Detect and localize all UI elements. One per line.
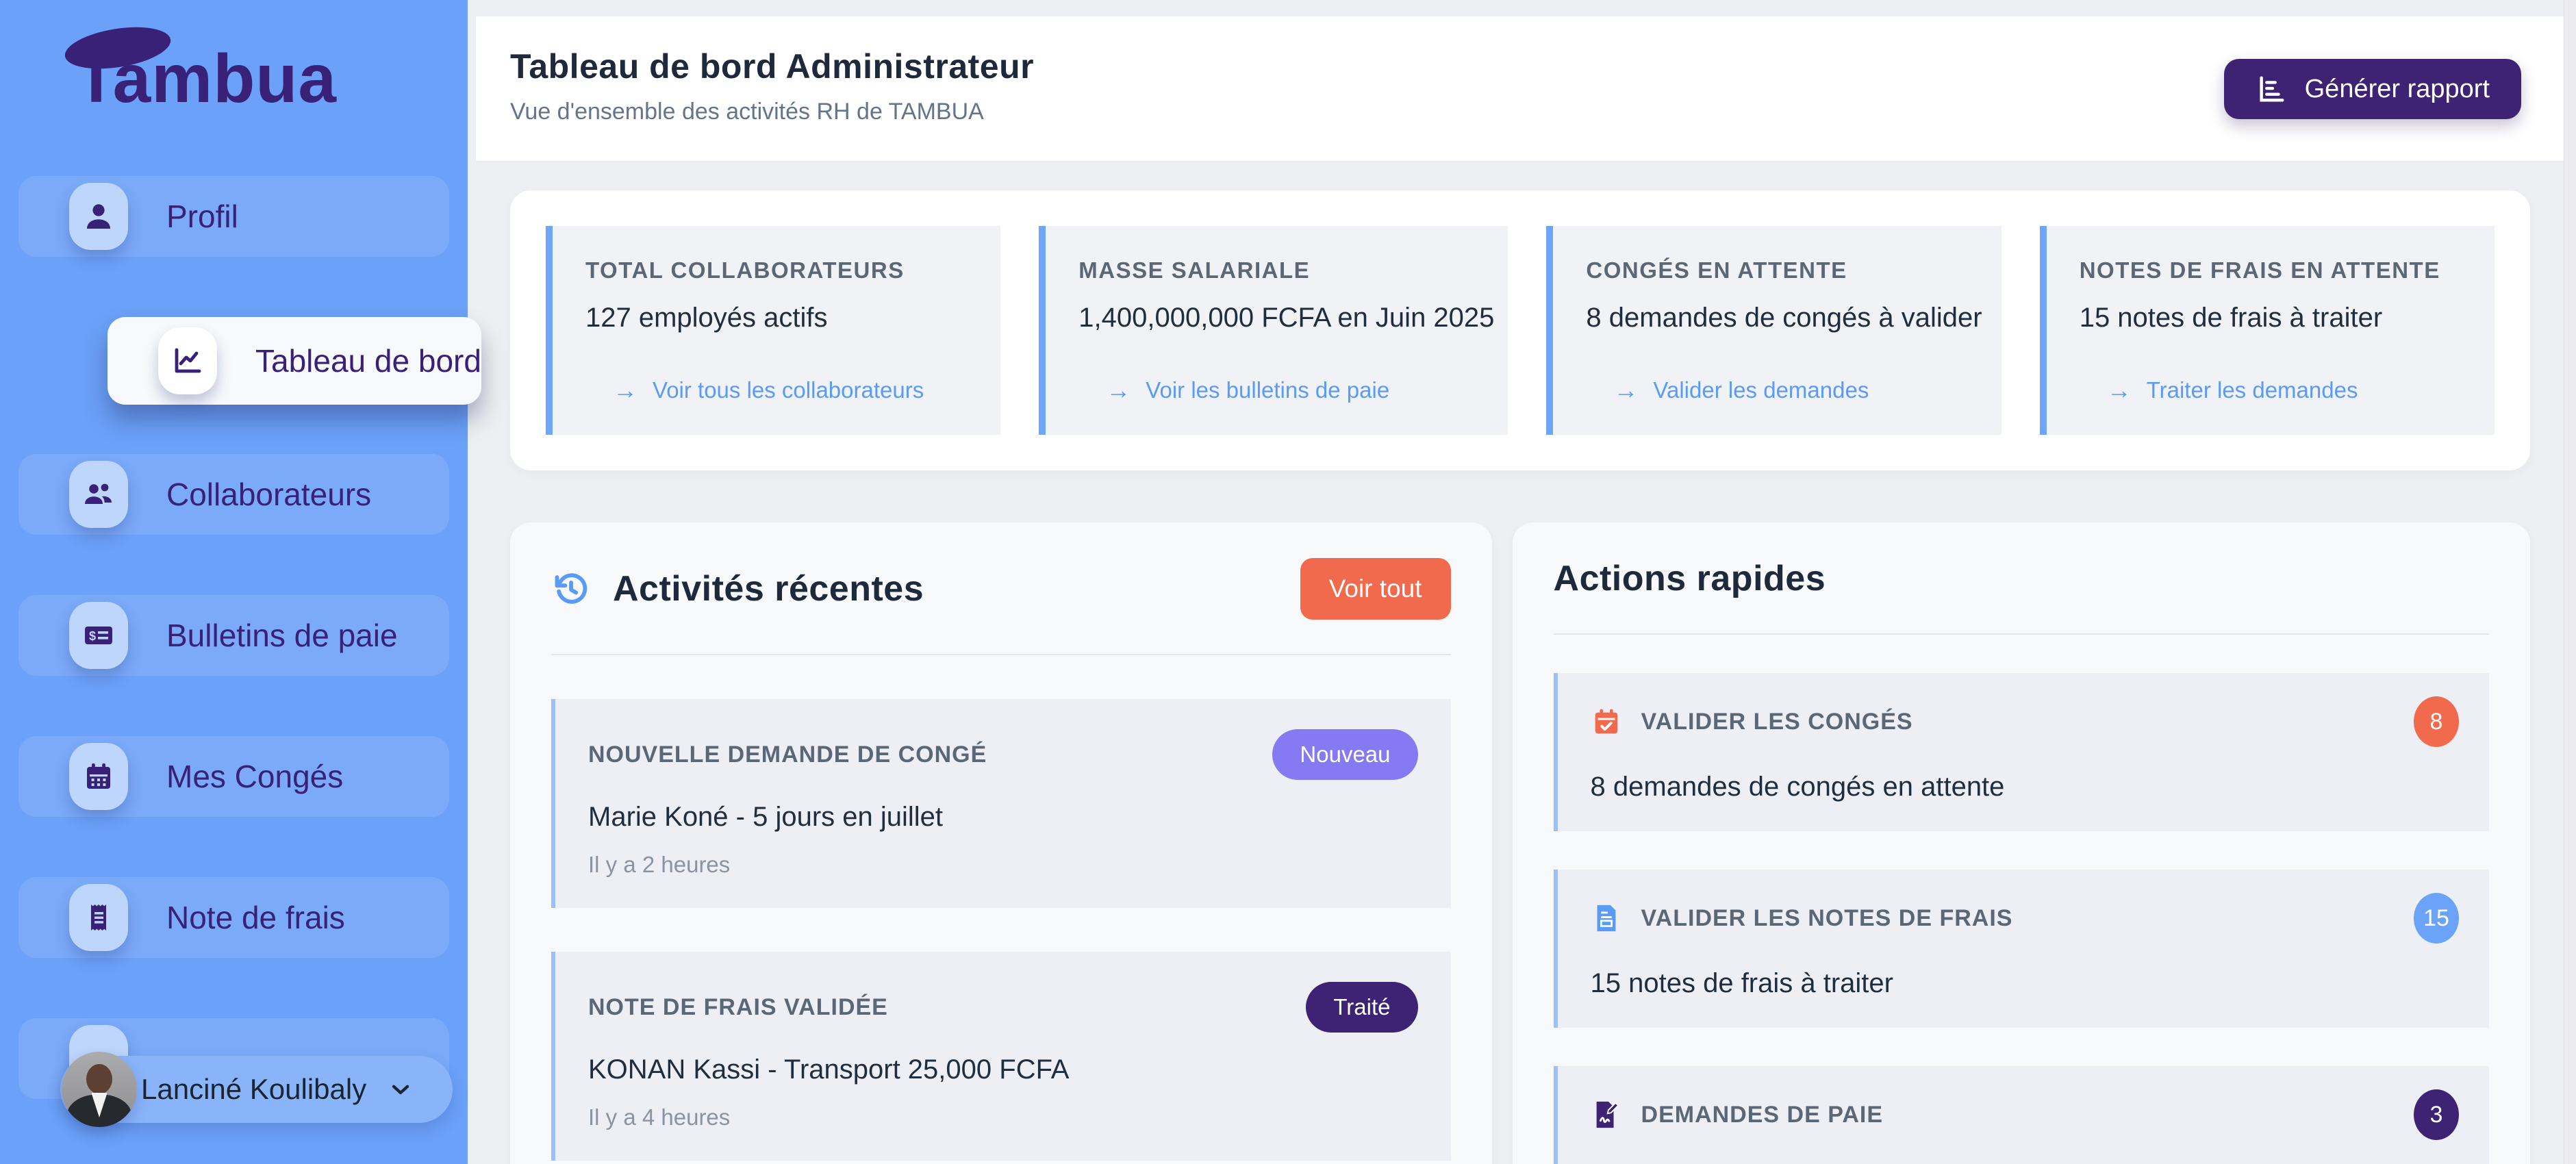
status-badge-nouveau: Nouveau [1272,729,1417,780]
sidebar-item-label: Collaborateurs [166,476,371,513]
action-label: DEMANDES DE PAIE [1641,1102,1884,1128]
stat-link-label: Voir les bulletins de paie [1146,377,1389,403]
stat-link-voir-bulletins[interactable]: → Voir les bulletins de paie [1078,376,1494,405]
activity-text: KONAN Kassi - Transport 25,000 FCFA [588,1054,1418,1085]
activity-item-demande-conge: NOUVELLE DEMANDE DE CONGÉ Nouveau Marie … [551,699,1451,908]
sidebar-item-collaborateurs[interactable]: Collaborateurs [18,454,449,535]
chart-bar-icon [2256,73,2287,105]
history-icon [551,569,591,609]
recent-activities-header: Activités récentes Voir tout [551,558,1451,620]
user-icon [69,183,128,250]
recent-activities-title: Activités récentes [613,568,924,609]
content: TOTAL COLLABORATEURS 127 employés actifs… [468,162,2576,1164]
stat-link-label: Traiter les demandes [2147,377,2358,403]
quick-actions-title: Actions rapides [1554,558,1826,599]
calendar-check-icon [1591,706,1622,737]
count-badge: 15 [2414,893,2459,944]
divider [551,654,1451,655]
sidebar-item-label: Mes Congés [166,758,343,795]
sidebar-item-mes-conges[interactable]: Mes Congés [18,736,449,817]
file-invoice-icon [1591,902,1622,934]
svg-text:$: $ [89,629,96,643]
generate-report-button[interactable]: Générer rapport [2224,59,2521,119]
sidebar-item-label: Bulletins de paie [166,617,398,654]
stat-label: MASSE SALARIALE [1078,257,1494,283]
action-text: 8 demandes de congés en attente [1591,772,2459,802]
money-check-icon: $ [69,602,128,669]
status-badge-traite: Traité [1306,982,1417,1033]
sidebar-item-label: Tableau de bord [255,342,481,379]
stat-link-valider-demandes[interactable]: → Valider les demandes [1586,376,1987,405]
arrow-right-icon: → [1613,376,1638,405]
activity-time: Il y a 2 heures [588,852,1418,878]
stat-card-notes-de-frais: NOTES DE FRAIS EN ATTENTE 15 notes de fr… [2040,226,2495,435]
divider [1554,633,2489,635]
stat-link-label: Valider les demandes [1653,377,1869,403]
count-badge: 3 [2414,1089,2459,1140]
activity-item-note-frais-validee: NOTE DE FRAIS VALIDÉE Traité KONAN Kassi… [551,952,1451,1161]
stat-label: NOTES DE FRAIS EN ATTENTE [2080,257,2481,283]
stat-value: 127 employés actifs [585,303,987,333]
activity-label: NOTE DE FRAIS VALIDÉE [588,994,888,1021]
arrow-right-icon: → [1106,376,1131,405]
action-demandes-de-paie[interactable]: DEMANDES DE PAIE 3 Traiter les demandes … [1554,1066,2489,1164]
activity-time: Il y a 4 heures [588,1104,1418,1130]
users-icon [69,461,128,528]
receipt-icon [69,884,128,951]
action-label: VALIDER LES CONGÉS [1641,709,1913,735]
generate-report-label: Générer rapport [2305,75,2490,104]
page-header: Tableau de bord Administrateur Vue d'ens… [476,16,2576,162]
chevron-down-icon [387,1076,414,1103]
stat-card-masse-salariale: MASSE SALARIALE 1,400,000,000 FCFA en Ju… [1039,226,1508,435]
activity-text: Marie Koné - 5 jours en juillet [588,802,1418,833]
recent-activities-card: Activités récentes Voir tout NOUVELLE DE… [510,522,1492,1164]
action-text: 15 notes de frais à traiter [1591,968,2459,999]
stat-label: TOTAL COLLABORATEURS [585,257,987,283]
stat-value: 8 demandes de congés à valider [1586,303,1987,333]
sidebar-item-note-de-frais[interactable]: Note de frais [18,877,449,958]
user-name: Lanciné Koulibaly [141,1073,366,1106]
chart-line-icon [158,327,217,394]
sidebar-item-label: Profil [166,198,238,235]
stat-card-total-collaborateurs: TOTAL COLLABORATEURS 127 employés actifs… [546,226,1000,435]
stat-card-conges-en-attente: CONGÉS EN ATTENTE 8 demandes de congés à… [1546,226,2001,435]
stats-panel: TOTAL COLLABORATEURS 127 employés actifs… [510,190,2530,470]
app-logo: Tambua [75,40,337,118]
sidebar-item-bulletins-de-paie[interactable]: $ Bulletins de paie [18,595,449,676]
stat-value: 1,400,000,000 FCFA en Juin 2025 [1078,303,1494,333]
stat-link-label: Voir tous les collaborateurs [653,377,924,403]
sidebar-nav: Profil Tableau de bord Collaborateurs $ … [0,176,468,1099]
stat-link-voir-collaborateurs[interactable]: → Voir tous les collaborateurs [585,376,987,405]
arrow-right-icon: → [2107,376,2132,405]
quick-actions-card: Actions rapides VALIDER LES CONGÉS 8 8 d… [1513,522,2530,1164]
view-all-button[interactable]: Voir tout [1300,558,1451,620]
arrow-right-icon: → [613,376,637,405]
calendar-icon [69,743,128,810]
avatar[interactable] [62,1052,137,1127]
action-valider-conges[interactable]: VALIDER LES CONGÉS 8 8 demandes de congé… [1554,673,2489,831]
count-badge: 8 [2414,696,2459,747]
vertical-scrollbar[interactable] [2564,0,2576,1164]
stat-link-traiter-demandes[interactable]: → Traiter les demandes [2080,376,2481,405]
sidebar: Tambua Profil Tableau de bord Collaborat… [0,0,468,1164]
file-signature-icon [1591,1099,1622,1130]
sidebar-item-tableau-de-bord[interactable]: Tableau de bord [108,317,481,405]
activity-label: NOUVELLE DEMANDE DE CONGÉ [588,742,987,768]
action-valider-notes-frais[interactable]: VALIDER LES NOTES DE FRAIS 15 15 notes d… [1554,870,2489,1028]
main-area: Tableau de bord Administrateur Vue d'ens… [468,0,2576,1164]
stat-label: CONGÉS EN ATTENTE [1586,257,1987,283]
sidebar-item-label: Note de frais [166,899,345,936]
quick-actions-header: Actions rapides [1554,558,2489,599]
sidebar-item-profil[interactable]: Profil [18,176,449,257]
action-label: VALIDER LES NOTES DE FRAIS [1641,905,2013,932]
two-column-row: Activités récentes Voir tout NOUVELLE DE… [510,522,2530,1164]
stat-value: 15 notes de frais à traiter [2080,303,2481,333]
